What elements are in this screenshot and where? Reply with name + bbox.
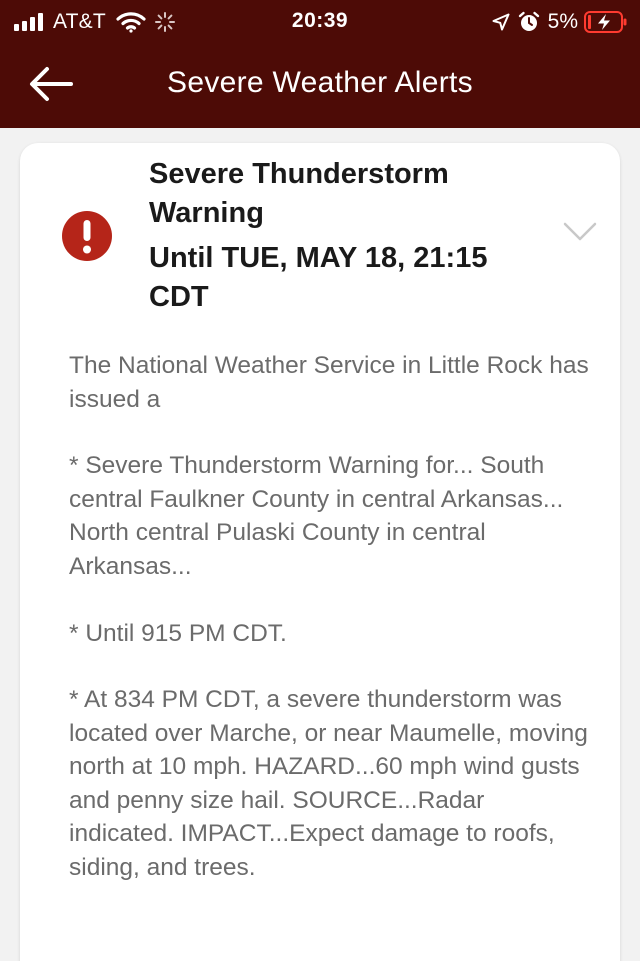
nav-bar: Severe Weather Alerts	[0, 44, 640, 128]
alert-card[interactable]: Severe Thunderstorm Warning Until TUE, M…	[20, 143, 620, 961]
status-bar: AT&T 20:39 5%	[0, 0, 640, 44]
status-right: 5%	[492, 9, 628, 35]
alert-expiry: Until TUE, MAY 18, 21:15 CDT	[149, 242, 488, 313]
alert-paragraph: The National Weather Service in Little R…	[69, 352, 589, 413]
battery-charging-icon	[584, 11, 627, 33]
chevron-down-icon[interactable]	[563, 221, 597, 243]
alert-paragraph: * Until 915 PM CDT.	[69, 620, 287, 647]
alert-title: Severe Thunderstorm Warning	[149, 158, 449, 229]
alarm-clock-icon	[518, 11, 539, 31]
battery-percent: 5%	[547, 10, 578, 33]
exclamation-circle-icon	[62, 211, 112, 261]
page-title: Severe Weather Alerts	[167, 66, 473, 99]
alert-paragraph: * At 834 PM CDT, a severe thunderstorm w…	[69, 686, 588, 881]
location-arrow-icon	[492, 13, 510, 31]
app-header: AT&T 20:39 5% Severe Weather Alerts	[0, 0, 640, 128]
alert-paragraph: * Severe Thunderstorm Warning for... Sou…	[69, 452, 564, 580]
